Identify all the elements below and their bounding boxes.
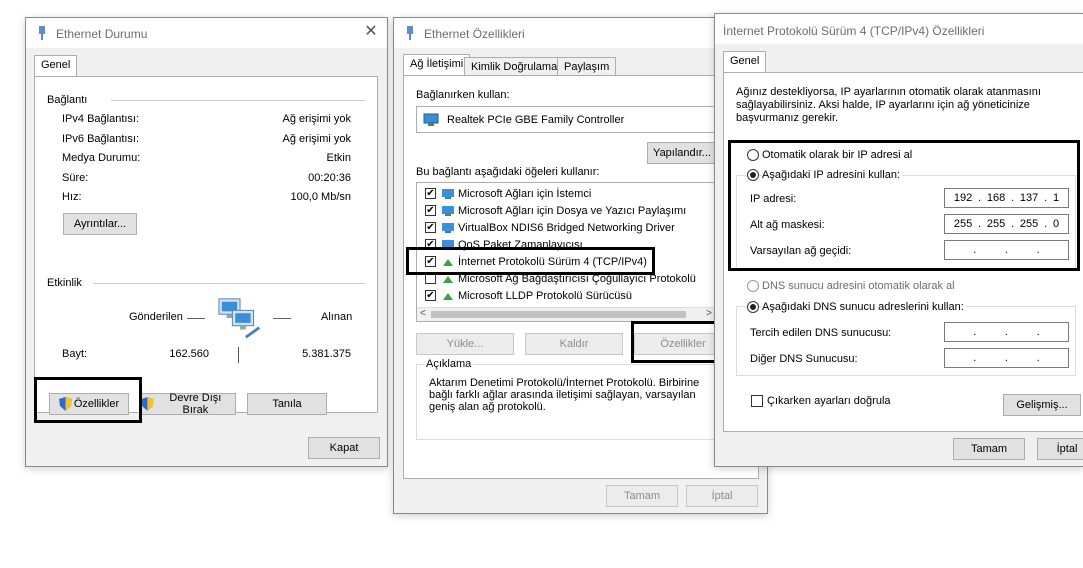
- bytes-received-value: 5.381.375: [302, 348, 351, 360]
- scroll-thumb[interactable]: [431, 311, 686, 318]
- disable-button-label: Devre Dışı Bırak: [169, 392, 222, 416]
- scroll-right-icon[interactable]: >: [706, 308, 712, 319]
- list-item[interactable]: ✔ VirtualBox NDIS6 Bridged Networking Dri…: [425, 219, 675, 236]
- uninstall-button[interactable]: Kaldır: [525, 333, 623, 355]
- received-line: [273, 318, 291, 319]
- network-adapter-icon: [423, 113, 439, 126]
- close-icon[interactable]: ✕: [363, 24, 379, 40]
- cancel-button[interactable]: İptal: [686, 485, 758, 507]
- bytes-sent-value: 162.560: [169, 348, 209, 360]
- connection-section-label: Bağlantı: [47, 94, 88, 106]
- title-bar[interactable]: İnternet Protokolü Sürüm 4 (TCP/IPv4) Öz…: [715, 14, 1083, 44]
- duration-label: Süre:: [62, 172, 89, 184]
- items-label: Bu bağlantı aşağıdaki öğeleri kullanır:: [416, 166, 600, 178]
- ok-button[interactable]: Tamam: [953, 438, 1025, 460]
- highlight-box: [34, 377, 142, 423]
- diagnose-button[interactable]: Tanıla: [247, 393, 327, 415]
- intro-text: Ağınız destekliyorsa, IP ayarlarının oto…: [736, 86, 1041, 124]
- auto-dns-label[interactable]: DNS sunucu adresini otomatik olarak al: [762, 280, 955, 292]
- network-client-icon: [442, 205, 454, 216]
- duration-value: 00:20:36: [308, 172, 351, 184]
- bytes-divider: [238, 347, 239, 363]
- install-button[interactable]: Yükle...: [416, 333, 514, 355]
- ipv6-label: IPv6 Bağlantısı:: [62, 133, 140, 145]
- divider: [93, 283, 365, 284]
- sent-label: Gönderilen: [129, 311, 183, 323]
- speed-label: Hız:: [62, 191, 82, 203]
- window-title: Ethernet Durumu: [56, 27, 148, 41]
- network-computers-icon: [218, 298, 261, 339]
- horizontal-scrollbar[interactable]: < >: [417, 307, 715, 321]
- ok-button[interactable]: Tamam: [606, 485, 678, 507]
- network-adapter-icon: [407, 26, 413, 40]
- title-bar[interactable]: Ethernet Durumu ✕: [26, 18, 387, 48]
- ipv6-value: Ağ erişimi yok: [282, 133, 351, 145]
- cancel-button[interactable]: İptal: [1037, 438, 1083, 460]
- ipv4-label: IPv4 Bağlantısı:: [62, 113, 140, 125]
- details-button[interactable]: Ayrıntılar...: [63, 213, 137, 235]
- list-item-label: VirtualBox NDIS6 Bridged Networking Driv…: [458, 221, 675, 234]
- list-item-label: Microsoft Ağları için Dosya ve Yazıcı Pa…: [458, 204, 687, 217]
- window-title: İnternet Protokolü Sürüm 4 (TCP/IPv4) Öz…: [723, 24, 985, 38]
- preferred-dns-field[interactable]: . . .: [944, 322, 1069, 342]
- list-item[interactable]: ✔ Microsoft Ağları için Dosya ve Yazıcı P…: [425, 202, 686, 219]
- list-item-label: Microsoft LLDP Protokolü Sürücüsü: [458, 289, 633, 302]
- description-text: Aktarım Denetimi Protokolü/İnternet Prot…: [429, 377, 700, 413]
- shield-icon: [141, 397, 154, 411]
- network-client-icon: [442, 188, 454, 199]
- network-client-icon: [442, 222, 454, 233]
- checkbox[interactable]: ✔: [425, 222, 436, 233]
- bytes-label: Bayt:: [62, 348, 88, 360]
- description-label: Açıklama: [424, 358, 474, 370]
- adapter-name: Realtek PCIe GBE Family Controller: [447, 113, 625, 126]
- preferred-dns-label: Tercih edilen DNS sunucusu:: [750, 327, 892, 339]
- networking-panel: Bağlanırken kullan: Realtek PCIe GBE Fam…: [403, 75, 759, 479]
- tab-networking[interactable]: Ağ İletişimi: [403, 54, 471, 75]
- checkbox[interactable]: ✔: [425, 290, 436, 301]
- window-title: Ethernet Özellikleri: [424, 27, 525, 41]
- protocol-icon: [443, 292, 453, 300]
- title-bar[interactable]: Ethernet Özellikleri: [394, 18, 767, 48]
- list-item[interactable]: ✔ Microsoft LLDP Protokolü Sürücüsü: [425, 287, 632, 304]
- disable-button[interactable]: Devre Dışı Bırak: [140, 392, 236, 416]
- auto-dns-radio[interactable]: [747, 280, 759, 292]
- tab-sharing[interactable]: Paylaşım: [557, 57, 617, 75]
- divider: [111, 100, 365, 101]
- close-button[interactable]: Kapat: [308, 437, 380, 459]
- adapter-box: Realtek PCIe GBE Family Controller: [416, 106, 716, 133]
- alternate-dns-field[interactable]: . . .: [944, 348, 1069, 368]
- list-item[interactable]: ✔ Microsoft Ağları için İstemci: [425, 185, 591, 202]
- list-item-label: Microsoft Ağları için İstemci: [458, 187, 592, 200]
- tab-general[interactable]: Genel: [723, 51, 767, 72]
- network-adapter-icon: [39, 26, 45, 40]
- speed-value: 100,0 Mb/sn: [290, 191, 351, 203]
- manual-dns-radio[interactable]: [747, 301, 759, 313]
- sent-line: [187, 318, 205, 319]
- checkbox[interactable]: ✔: [425, 205, 436, 216]
- advanced-button[interactable]: Gelişmiş...: [1003, 394, 1081, 416]
- alternate-dns-label: Diğer DNS Sunucusu:: [750, 353, 858, 365]
- scroll-left-icon[interactable]: <: [420, 308, 426, 319]
- validate-checkbox[interactable]: [751, 395, 763, 407]
- media-state-label: Medya Durumu:: [62, 152, 141, 164]
- configure-button[interactable]: Yapılandır...: [647, 142, 717, 164]
- media-state-value: Etkin: [326, 152, 351, 164]
- received-label: Alınan: [321, 311, 353, 323]
- highlight-box: [406, 247, 655, 275]
- connect-using-label: Bağlanırken kullan:: [416, 89, 510, 101]
- activity-section-label: Etkinlik: [47, 277, 82, 289]
- checkbox[interactable]: ✔: [425, 188, 436, 199]
- manual-dns-label[interactable]: Aşağıdaki DNS sunucu adreslerini kullan:: [762, 301, 966, 313]
- general-panel: Bağlantı IPv4 Bağlantısı: Ağ erişimi yok…: [34, 76, 378, 416]
- tab-general[interactable]: Genel: [34, 55, 78, 76]
- ipv4-value: Ağ erişimi yok: [282, 113, 351, 125]
- highlight-box: [728, 140, 1080, 271]
- tab-authentication[interactable]: Kimlik Doğrulama: [464, 57, 565, 75]
- validate-label[interactable]: Çıkarken ayarları doğrula: [767, 395, 891, 407]
